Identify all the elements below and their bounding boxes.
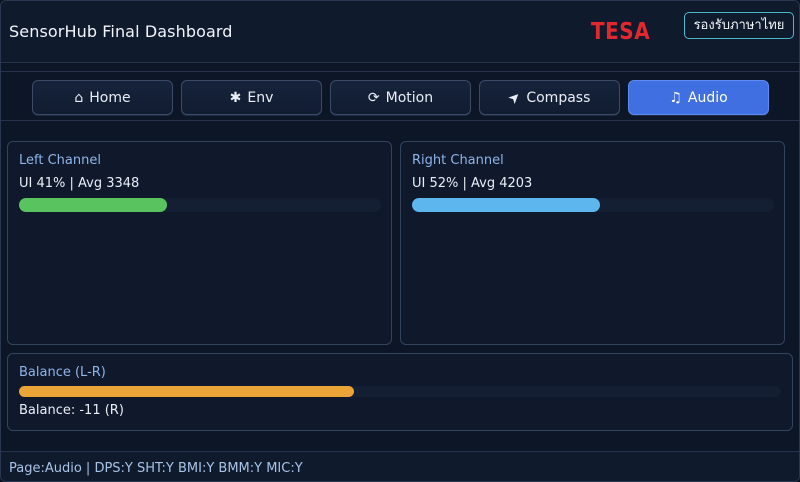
app-title: SensorHub Final Dashboard xyxy=(9,22,233,41)
home-icon: ⌂ xyxy=(74,89,84,106)
left-channel-meter-fill xyxy=(19,198,168,212)
left-channel-value: UI 41% | Avg 3348 xyxy=(19,176,140,191)
right-channel-card: Right Channel UI 52% | Avg 4203 xyxy=(400,141,785,345)
tab-env[interactable]: ✱ Env xyxy=(181,80,322,115)
location-arrow-icon: ➤ xyxy=(504,87,525,108)
thai-language-button[interactable]: รองรับภาษาไทย xyxy=(684,12,794,39)
left-channel-card: Left Channel UI 41% | Avg 3348 xyxy=(7,141,392,345)
tab-audio-label: Audio xyxy=(687,89,728,106)
dashboard-window: SensorHub Final Dashboard TESA รองรับภาษ… xyxy=(0,0,800,482)
left-channel-title: Left Channel xyxy=(19,153,101,168)
tab-audio[interactable]: ♫ Audio xyxy=(628,80,769,115)
music-note-icon: ♫ xyxy=(669,89,682,106)
tab-home-label: Home xyxy=(89,89,131,106)
right-channel-meter xyxy=(412,198,774,212)
balance-value: Balance: -11 (R) xyxy=(19,403,124,418)
tab-env-label: Env xyxy=(247,89,274,106)
right-channel-value: UI 52% | Avg 4203 xyxy=(412,176,533,191)
gear-icon: ✱ xyxy=(229,89,242,106)
status-text: Page:Audio | DPS:Y SHT:Y BMI:Y BMM:Y MIC… xyxy=(9,461,303,476)
balance-meter xyxy=(19,386,781,397)
status-bar: Page:Audio | DPS:Y SHT:Y BMI:Y BMM:Y MIC… xyxy=(1,451,799,481)
tab-motion-label: Motion xyxy=(385,89,434,106)
left-channel-meter xyxy=(19,198,381,212)
balance-card: Balance (L-R) Balance: -11 (R) xyxy=(7,353,793,431)
tab-compass[interactable]: ➤ Compass xyxy=(479,80,620,115)
right-channel-meter-fill xyxy=(412,198,601,212)
right-channel-title: Right Channel xyxy=(412,153,504,168)
tesa-logo: TESA xyxy=(591,17,651,45)
tab-home[interactable]: ⌂ Home xyxy=(32,80,173,115)
tab-compass-label: Compass xyxy=(526,89,591,106)
balance-meter-fill xyxy=(19,386,355,397)
header-bar: SensorHub Final Dashboard TESA รองรับภาษ… xyxy=(1,1,799,63)
refresh-icon: ⟳ xyxy=(367,89,380,106)
tab-motion[interactable]: ⟳ Motion xyxy=(330,80,471,115)
balance-title: Balance (L-R) xyxy=(19,365,106,380)
nav-tabs: ⌂ Home ✱ Env ⟳ Motion ➤ Compass ♫ Audio xyxy=(1,71,799,121)
